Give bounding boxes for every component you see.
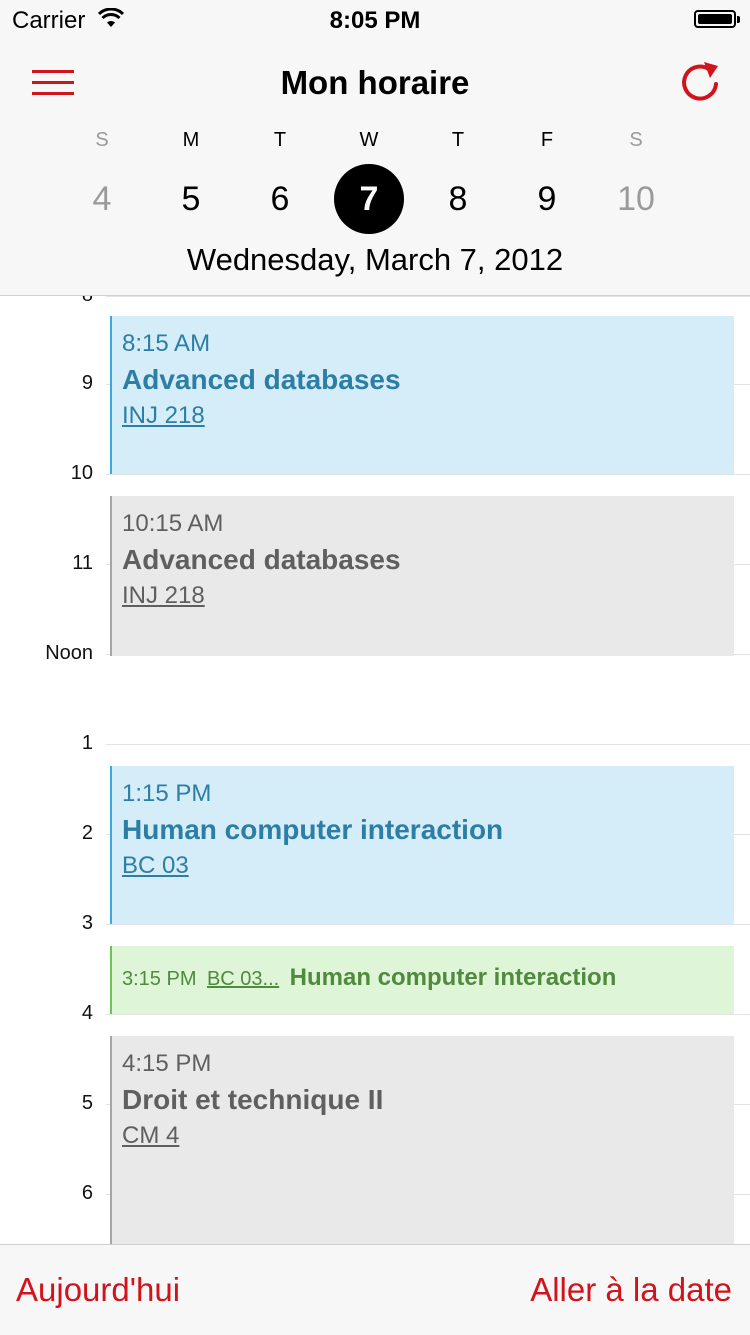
hour-label: 9: [81, 372, 93, 394]
day-letter: W: [359, 129, 379, 151]
hour-line: [106, 924, 750, 925]
calendar-header: Mon horaire S 4 M 5 T 6 W 7 T 8 F 9 S 10…: [0, 40, 750, 296]
hour-label: 3: [81, 912, 93, 934]
hour-label: 2: [81, 822, 93, 844]
go-to-date-button[interactable]: Aller à la date: [530, 1271, 732, 1309]
day-tuesday-6[interactable]: T 6: [236, 128, 324, 234]
hour-line: [106, 474, 750, 475]
day-letter: F: [540, 129, 554, 151]
event-time: 4:15 PM: [122, 1050, 212, 1077]
day-friday-9[interactable]: F 9: [503, 128, 591, 234]
event-room-link[interactable]: CM 4: [122, 1122, 724, 1150]
day-sunday-4[interactable]: S 4: [58, 128, 146, 234]
day-number: 7: [334, 164, 404, 234]
event-room-link[interactable]: INJ 218: [122, 582, 724, 610]
day-saturday-10[interactable]: S 10: [592, 128, 680, 234]
hour-label: 5: [81, 1092, 93, 1114]
day-thursday-8[interactable]: T 8: [414, 128, 502, 234]
battery-icon: [694, 10, 740, 28]
event-room-link[interactable]: BC 03: [122, 852, 724, 880]
today-button[interactable]: Aujourd'hui: [16, 1271, 180, 1309]
hour-label: 4: [81, 1002, 93, 1024]
hour-label: 8: [82, 296, 93, 307]
event-title: Advanced databases: [122, 544, 401, 575]
day-number: 4: [92, 180, 112, 218]
selected-date-label: Wednesday, March 7, 2012: [186, 242, 564, 277]
event-time: 3:15 PM: [122, 968, 197, 990]
event-time: 1:15 PM: [122, 780, 212, 807]
event-title: Droit et technique II: [122, 1084, 384, 1115]
day-letter: M: [182, 129, 200, 151]
hour-label: 6: [81, 1182, 93, 1204]
day-timeline[interactable]: 8 9 10 11 Noon 1 2 3 4 5 6 8:15 AM Advan…: [0, 296, 750, 1244]
event-title: Human computer interaction: [289, 964, 617, 991]
hour-label: 10: [70, 462, 93, 484]
hour-line: [106, 744, 750, 745]
event-hci-afternoon[interactable]: 1:15 PM Human computer interaction BC 03: [110, 766, 734, 924]
event-room-link[interactable]: INJ 218: [122, 402, 724, 430]
hour-line: [106, 296, 750, 297]
day-letter: S: [95, 129, 109, 151]
day-number: 10: [617, 180, 655, 218]
event-droit-et-technique[interactable]: 4:15 PM Droit et technique II CM 4: [110, 1036, 734, 1244]
event-advanced-databases-late[interactable]: 10:15 AM Advanced databases INJ 218: [110, 496, 734, 656]
day-letter: T: [273, 129, 287, 151]
refresh-icon[interactable]: [676, 58, 724, 106]
event-room-link[interactable]: BC 03...: [207, 968, 279, 990]
page-title: Mon horaire: [280, 64, 470, 101]
event-advanced-databases-morning[interactable]: 8:15 AM Advanced databases INJ 218: [110, 316, 734, 474]
hour-label: 11: [72, 552, 93, 574]
status-bar: Carrier 8:05 PM: [0, 0, 750, 40]
event-title: Human computer interaction: [122, 814, 504, 845]
day-letter: T: [451, 129, 465, 151]
week-strip: S 4 M 5 T 6 W 7 T 8 F 9 S 10: [58, 128, 680, 234]
day-number: 6: [270, 180, 290, 218]
hour-label: 1: [81, 732, 93, 754]
day-number: 5: [181, 180, 201, 218]
event-time: 8:15 AM: [122, 330, 211, 357]
hour-line: [106, 1014, 750, 1015]
day-letter: S: [629, 129, 643, 151]
bottom-toolbar: Aujourd'hui Aller à la date: [0, 1244, 750, 1335]
day-wednesday-7[interactable]: W 7: [325, 128, 413, 234]
event-hci-short[interactable]: 3:15 PM BC 03... Human computer interact…: [110, 946, 734, 1014]
event-time: 10:15 AM: [122, 510, 224, 537]
status-time: 8:05 PM: [329, 7, 421, 34]
day-monday-5[interactable]: M 5: [147, 128, 235, 234]
hour-label: Noon: [45, 642, 93, 664]
event-title: Advanced databases: [122, 364, 401, 395]
day-number: 8: [448, 180, 468, 218]
day-number: 9: [537, 180, 557, 218]
